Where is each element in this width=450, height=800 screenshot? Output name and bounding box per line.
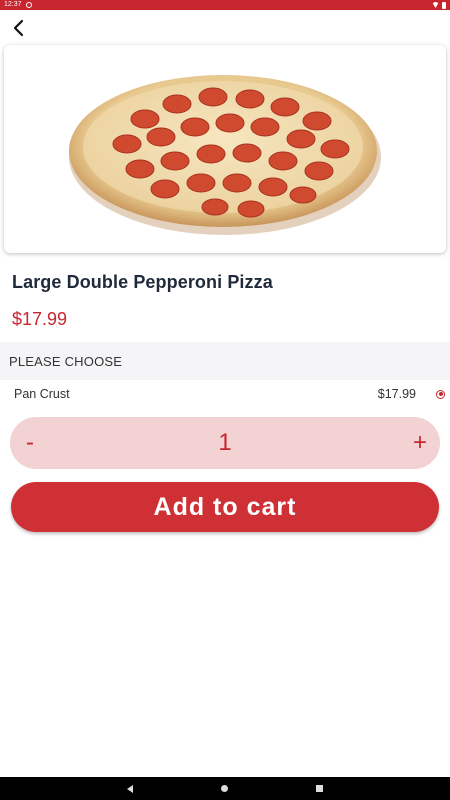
radio-selected-dot: [438, 392, 443, 396]
status-right: [432, 1, 446, 9]
product-title: Large Double Pepperoni Pizza: [12, 272, 273, 292]
back-icon: [127, 784, 133, 793]
pizza-image: [69, 75, 381, 235]
status-bar: 12:37: [0, 0, 450, 10]
back-button[interactable]: [6, 16, 30, 40]
battery-icon: [442, 1, 446, 9]
status-time: 12:37: [4, 1, 22, 8]
system-nav-bar: [0, 777, 450, 800]
option-price: $17.99: [377, 387, 416, 401]
product-image-card: [4, 45, 446, 253]
add-to-cart-button[interactable]: Add to cart: [11, 482, 439, 532]
option-name: Pan Crust: [14, 387, 70, 401]
quantity-decrease-button[interactable]: -: [10, 417, 50, 469]
home-icon: [221, 785, 228, 792]
option-row-pan-crust[interactable]: Pan Crust $17.99: [0, 382, 450, 406]
recents-icon: [316, 785, 323, 792]
notification-icon: [25, 2, 32, 8]
nav-recents-button[interactable]: [316, 785, 323, 792]
nav-back-button[interactable]: [127, 784, 133, 793]
chevron-left-icon: [13, 19, 24, 37]
product-price: $17.99: [12, 309, 68, 329]
quantity-stepper: 1 - +: [10, 417, 440, 469]
wifi-icon: [432, 2, 439, 8]
option-radio[interactable]: [436, 389, 445, 399]
options-section-header: PLEASE CHOOSE: [0, 342, 450, 380]
quantity-value: 1: [218, 429, 232, 456]
quantity-increase-button[interactable]: +: [400, 417, 440, 469]
status-left: 12:37: [4, 0, 32, 10]
nav-home-button[interactable]: [221, 785, 228, 792]
